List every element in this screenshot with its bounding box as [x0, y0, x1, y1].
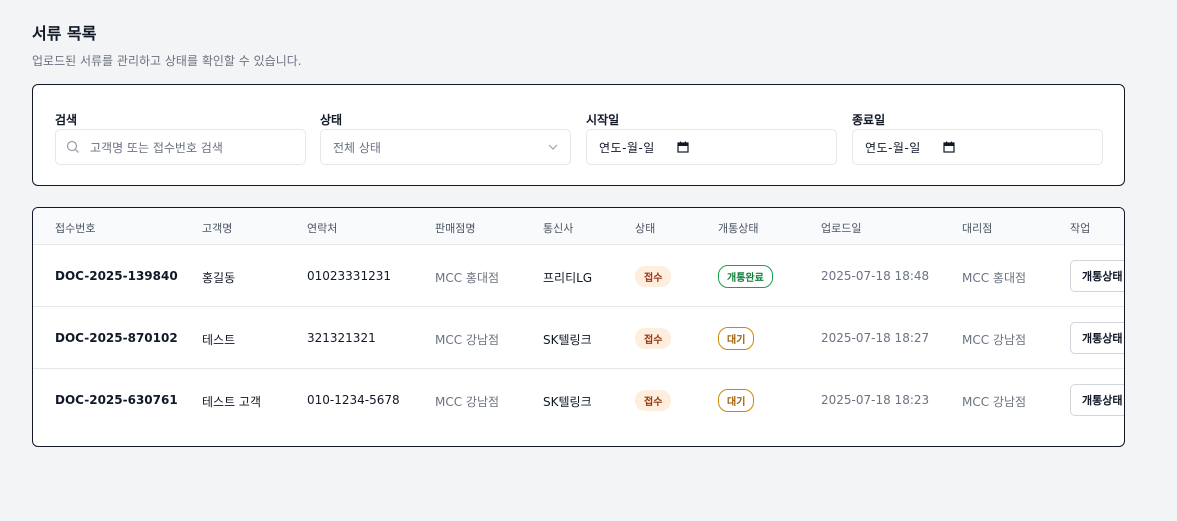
search-filter: 검색 고객명 또는 접수번호 검색	[55, 111, 306, 165]
carrier-cell: SK텔링크	[543, 333, 592, 347]
agency-cell: MCC 강남점	[962, 333, 1027, 347]
status-badge: 접수	[635, 328, 672, 349]
carrier-cell: 프리티LG	[543, 271, 593, 285]
column-header-phone[interactable]: 연락처	[307, 220, 337, 236]
start-date-label: 시작일	[586, 113, 620, 127]
column-header-doc-no[interactable]: 접수번호	[55, 220, 95, 236]
column-header-carrier[interactable]: 통신사	[543, 220, 573, 236]
table-header: 접수번호 고객명 연락처 판매점명 통신사 상태 개통상태 업로드일 대리점 작…	[33, 208, 1124, 245]
column-header-open-status[interactable]: 개통상태	[718, 220, 758, 236]
search-label: 검색	[55, 113, 78, 127]
doc-no-cell: DOC-2025-870102	[55, 331, 178, 345]
column-header-customer[interactable]: 고객명	[202, 220, 232, 236]
chevron-down-icon	[548, 144, 558, 150]
start-date-input[interactable]: 연도-월-일	[586, 129, 837, 165]
end-date-filter: 종료일 연도-월-일	[852, 111, 1103, 165]
customer-cell: 테스트 고객	[202, 395, 262, 409]
column-header-store[interactable]: 판매점명	[435, 220, 475, 236]
search-icon	[66, 140, 79, 153]
column-header-agency[interactable]: 대리점	[962, 220, 992, 236]
agency-cell: MCC 강남점	[962, 395, 1027, 409]
open-status-badge: 대기	[718, 327, 755, 350]
table-row[interactable]: DOC-2025-139840 홍길동 01023331231 MCC 홍대점 …	[33, 245, 1124, 307]
doc-no-cell: DOC-2025-139840	[55, 269, 178, 283]
page-title: 서류 목록	[32, 24, 97, 43]
agency-cell: MCC 홍대점	[962, 271, 1027, 285]
search-input[interactable]: 고객명 또는 접수번호 검색	[55, 129, 306, 165]
start-date-filter: 시작일 연도-월-일	[586, 111, 837, 165]
status-badge: 접수	[635, 390, 672, 411]
open-status-badge: 개통완료	[718, 265, 773, 288]
open-status-badge: 대기	[718, 389, 755, 412]
phone-cell: 321321321	[307, 331, 376, 345]
uploaded-cell: 2025-07-18 18:23	[821, 393, 930, 407]
page-header: 서류 목록 업로드된 서류를 관리하고 상태를 확인할 수 있습니다.	[32, 20, 302, 69]
column-header-action: 작업	[1070, 222, 1091, 235]
page-subtitle: 업로드된 서류를 관리하고 상태를 확인할 수 있습니다.	[32, 54, 302, 68]
carrier-cell: SK텔링크	[543, 395, 592, 409]
column-header-uploaded[interactable]: 업로드일	[821, 220, 861, 236]
status-badge: 접수	[635, 266, 672, 287]
search-placeholder: 고객명 또는 접수번호 검색	[90, 140, 223, 155]
table-row[interactable]: DOC-2025-630761 테스트 고객 010-1234-5678 MCC…	[33, 369, 1124, 431]
phone-cell: 01023331231	[307, 269, 391, 283]
uploaded-cell: 2025-07-18 18:48	[821, 269, 930, 283]
status-select[interactable]: 전체 상태	[320, 129, 571, 165]
documents-table: 접수번호 고객명 연락처 판매점명 통신사 상태 개통상태 업로드일 대리점 작…	[32, 207, 1125, 447]
end-date-input[interactable]: 연도-월-일	[852, 129, 1103, 165]
calendar-icon[interactable]	[943, 141, 955, 153]
status-select-value: 전체 상태	[333, 140, 381, 155]
status-filter: 상태 전체 상태	[320, 111, 571, 165]
open-status-button[interactable]: 개통상태	[1070, 260, 1124, 292]
end-date-value: 연도-월-일	[865, 140, 921, 155]
status-label: 상태	[320, 113, 343, 127]
end-date-label: 종료일	[852, 113, 886, 127]
doc-no-cell: DOC-2025-630761	[55, 393, 178, 407]
customer-cell: 홍길동	[202, 271, 236, 285]
open-status-button[interactable]: 개통상태	[1070, 322, 1124, 354]
start-date-value: 연도-월-일	[599, 140, 655, 155]
store-cell: MCC 홍대점	[435, 271, 500, 285]
phone-cell: 010-1234-5678	[307, 393, 400, 407]
calendar-icon[interactable]	[677, 141, 689, 153]
uploaded-cell: 2025-07-18 18:27	[821, 331, 930, 345]
filter-panel: 검색 고객명 또는 접수번호 검색 상태 전체 상태 시작일 연도-월-일 종료…	[32, 84, 1125, 186]
store-cell: MCC 강남점	[435, 333, 500, 347]
column-header-status[interactable]: 상태	[635, 220, 655, 236]
store-cell: MCC 강남점	[435, 395, 500, 409]
customer-cell: 테스트	[202, 333, 236, 347]
table-row[interactable]: DOC-2025-870102 테스트 321321321 MCC 강남점 SK…	[33, 307, 1124, 369]
open-status-button[interactable]: 개통상태	[1070, 384, 1124, 416]
